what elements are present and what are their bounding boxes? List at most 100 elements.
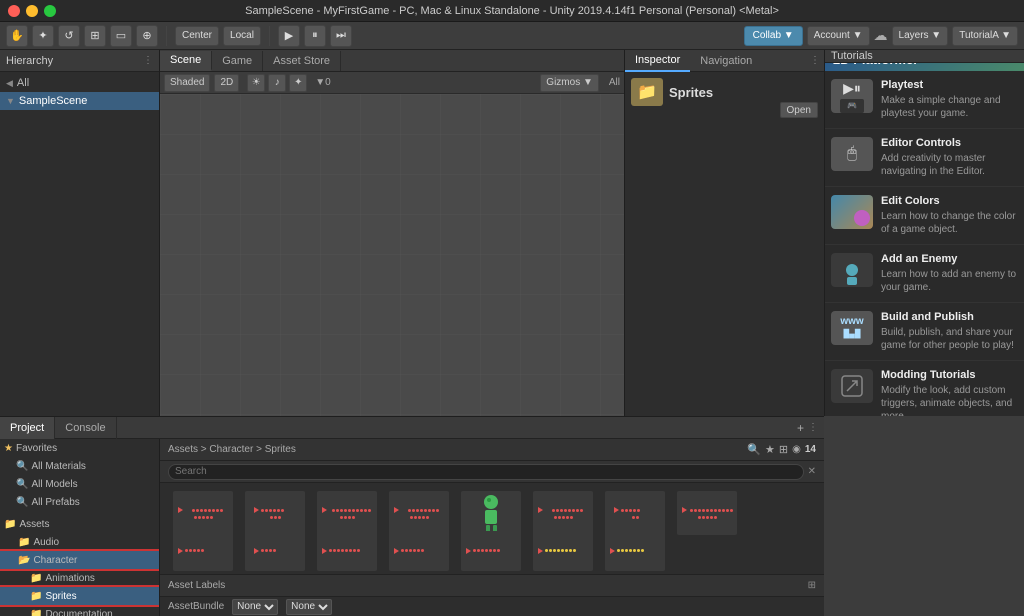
- fx-btn[interactable]: ✦: [289, 74, 307, 92]
- asset-mr-allen[interactable]: Mr.Allen: [456, 489, 526, 535]
- lighting-btn[interactable]: ☀: [247, 74, 265, 92]
- tutorial-button[interactable]: TutorialA ▼: [952, 26, 1018, 46]
- tutorial-modding[interactable]: Modding Tutorials Modify the look, add c…: [825, 361, 1024, 416]
- gizmos-button[interactable]: Gizmos ▼: [540, 74, 599, 92]
- all-models-icon: 🔍: [16, 479, 28, 490]
- asset-player-land[interactable]: PlayerLand: [240, 529, 310, 575]
- tab-inspector[interactable]: Inspector: [625, 50, 690, 72]
- pause-button[interactable]: ⏸: [304, 25, 326, 47]
- pivot-button[interactable]: Center: [175, 26, 219, 46]
- asset-token-cole[interactable]: TokenCole...: [528, 529, 598, 575]
- asset-player-vict[interactable]: PlayerVict...: [456, 529, 526, 575]
- hierarchy-sample-scene[interactable]: ▼ SampleScene: [0, 92, 159, 110]
- asset-search-bar: ✕: [160, 461, 824, 483]
- hand-tool-button[interactable]: ✋: [6, 25, 28, 47]
- search-clear[interactable]: ✕: [808, 466, 816, 477]
- world-button[interactable]: Local: [223, 26, 261, 46]
- search-input[interactable]: [168, 464, 804, 480]
- tutorial-build-publish[interactable]: www█▄█ Build and Publish Build, publish,…: [825, 303, 1024, 361]
- inspector-options[interactable]: ⋮: [810, 55, 824, 66]
- play-button[interactable]: ▶: [278, 25, 300, 47]
- tutorial-build-info: Build and Publish Build, publish, and sh…: [881, 311, 1018, 352]
- scene-toolbar: Shaded 2D ☀ ♪ ✦ ▼0 Gizmos ▼ All: [160, 72, 624, 94]
- hierarchy-all[interactable]: ◀ All: [0, 74, 159, 92]
- collab-button[interactable]: Collab ▼: [744, 26, 803, 46]
- favorites-header[interactable]: ★ Favorites: [0, 439, 159, 457]
- asset-enemy-dead[interactable]: EnemyDea...: [168, 489, 238, 535]
- add-button[interactable]: +: [797, 421, 804, 435]
- tutorial-editor-thumb: 🖱: [831, 137, 873, 171]
- folder-sprites[interactable]: 📁 Sprites: [0, 587, 159, 605]
- asset-player-run[interactable]: PlayerRun: [312, 529, 382, 575]
- asset-bundle-variant-select[interactable]: None: [286, 599, 332, 615]
- tutorial-editor-controls[interactable]: 🖱 Editor Controls Add creativity to mast…: [825, 129, 1024, 187]
- hierarchy-options-icon[interactable]: ⋮: [143, 55, 153, 66]
- tutorial-modding-info: Modding Tutorials Modify the look, add c…: [881, 369, 1018, 416]
- asset-enemy-hurt[interactable]: EnemyHurt: [240, 489, 310, 535]
- asset-labels-button[interactable]: ⊞: [808, 580, 816, 591]
- scene-view[interactable]: [160, 94, 624, 416]
- scene-toolbar-misc: ▼0: [315, 77, 330, 88]
- asset-player-idle[interactable]: PlayerIdle: [672, 489, 742, 535]
- asset-player-spa[interactable]: PlayerSpa...: [384, 529, 454, 575]
- all-prefabs[interactable]: 🔍 All Prefabs: [0, 493, 159, 511]
- asset-count: ◉: [792, 444, 801, 455]
- asset-token-spin[interactable]: TokenSpin: [600, 529, 670, 575]
- window-controls[interactable]: [8, 5, 56, 17]
- tutorial-modding-desc: Modify the look, add custom triggers, an…: [881, 384, 1018, 416]
- step-button[interactable]: ⏭: [330, 25, 352, 47]
- asset-player-jump[interactable]: PlayerJump: [168, 529, 238, 575]
- open-button[interactable]: Open: [780, 102, 818, 118]
- search-icon-btn[interactable]: 🔍: [747, 443, 761, 456]
- tutorial-playtest-title: Playtest: [881, 79, 1018, 91]
- bottom-options[interactable]: ⋮: [808, 422, 818, 433]
- all-models[interactable]: 🔍 All Models: [0, 475, 159, 493]
- maximize-button[interactable]: [44, 5, 56, 17]
- all-materials[interactable]: 🔍 All Materials: [0, 457, 159, 475]
- folder-character[interactable]: 📂 Character: [0, 551, 159, 569]
- asset-enemy-idle[interactable]: EnemyIdle: [312, 489, 382, 535]
- layers-button[interactable]: Layers ▼: [892, 26, 949, 46]
- tutorial-add-enemy[interactable]: Add an Enemy Learn how to add an enemy t…: [825, 245, 1024, 303]
- star-filter-btn[interactable]: ★: [765, 443, 775, 456]
- filter-btn[interactable]: ⊞: [779, 443, 788, 456]
- all-prefabs-label: All Prefabs: [31, 497, 79, 508]
- asset-bundle-select[interactable]: None: [232, 599, 278, 615]
- player-vict-thumb: [461, 531, 521, 571]
- tutorial-edit-colors[interactable]: Edit Colors Learn how to change the colo…: [825, 187, 1024, 245]
- tab-scene[interactable]: Scene: [160, 51, 212, 71]
- account-button[interactable]: Account ▼: [807, 26, 870, 46]
- 2d-button[interactable]: 2D: [214, 74, 239, 92]
- tab-project[interactable]: Project: [0, 417, 55, 439]
- asset-enemy-run[interactable]: EnemyRun: [384, 489, 454, 535]
- tutorials-hero-title: 2D Platformer: [833, 63, 918, 67]
- rect-tool-button[interactable]: ▭: [110, 25, 132, 47]
- shaded-button[interactable]: Shaded: [164, 74, 210, 92]
- transform-tool-button[interactable]: ⊕: [136, 25, 158, 47]
- folder-documentation-label: Documentation: [45, 609, 112, 616]
- close-button[interactable]: [8, 5, 20, 17]
- favorites-label: Favorites: [16, 443, 57, 454]
- scale-tool-button[interactable]: ⊞: [84, 25, 106, 47]
- folder-animations[interactable]: 📁 Animations: [0, 569, 159, 587]
- tab-asset-store[interactable]: Asset Store: [263, 51, 341, 71]
- minimize-button[interactable]: [26, 5, 38, 17]
- assets-header[interactable]: 📁 Assets: [0, 515, 159, 533]
- tutorial-build-title: Build and Publish: [881, 311, 1018, 323]
- tab-game[interactable]: Game: [212, 51, 263, 71]
- tutorial-playtest[interactable]: ▶⏸ 🎮 Playtest Make a simple change and p…: [825, 71, 1024, 129]
- asset-player-dead[interactable]: PlayerDea...: [528, 489, 598, 535]
- tab-console[interactable]: Console: [55, 417, 116, 439]
- asset-count-num: 14: [805, 444, 816, 455]
- rotate-tool-button[interactable]: ↺: [58, 25, 80, 47]
- folder-audio[interactable]: 📁 Audio: [0, 533, 159, 551]
- assets-label: Assets: [19, 519, 49, 530]
- folder-documentation[interactable]: 📁 Documentation: [0, 605, 159, 616]
- sprites-folder-icon: 📁: [631, 78, 663, 106]
- animations-folder-icon: 📁: [30, 573, 42, 584]
- audio-btn[interactable]: ♪: [268, 74, 286, 92]
- toolbar-icons: ☀ ♪ ✦: [247, 74, 307, 92]
- tab-navigation[interactable]: Navigation: [690, 50, 762, 72]
- move-tool-button[interactable]: ✦: [32, 25, 54, 47]
- asset-player-hurt[interactable]: PlayerHurt: [600, 489, 670, 535]
